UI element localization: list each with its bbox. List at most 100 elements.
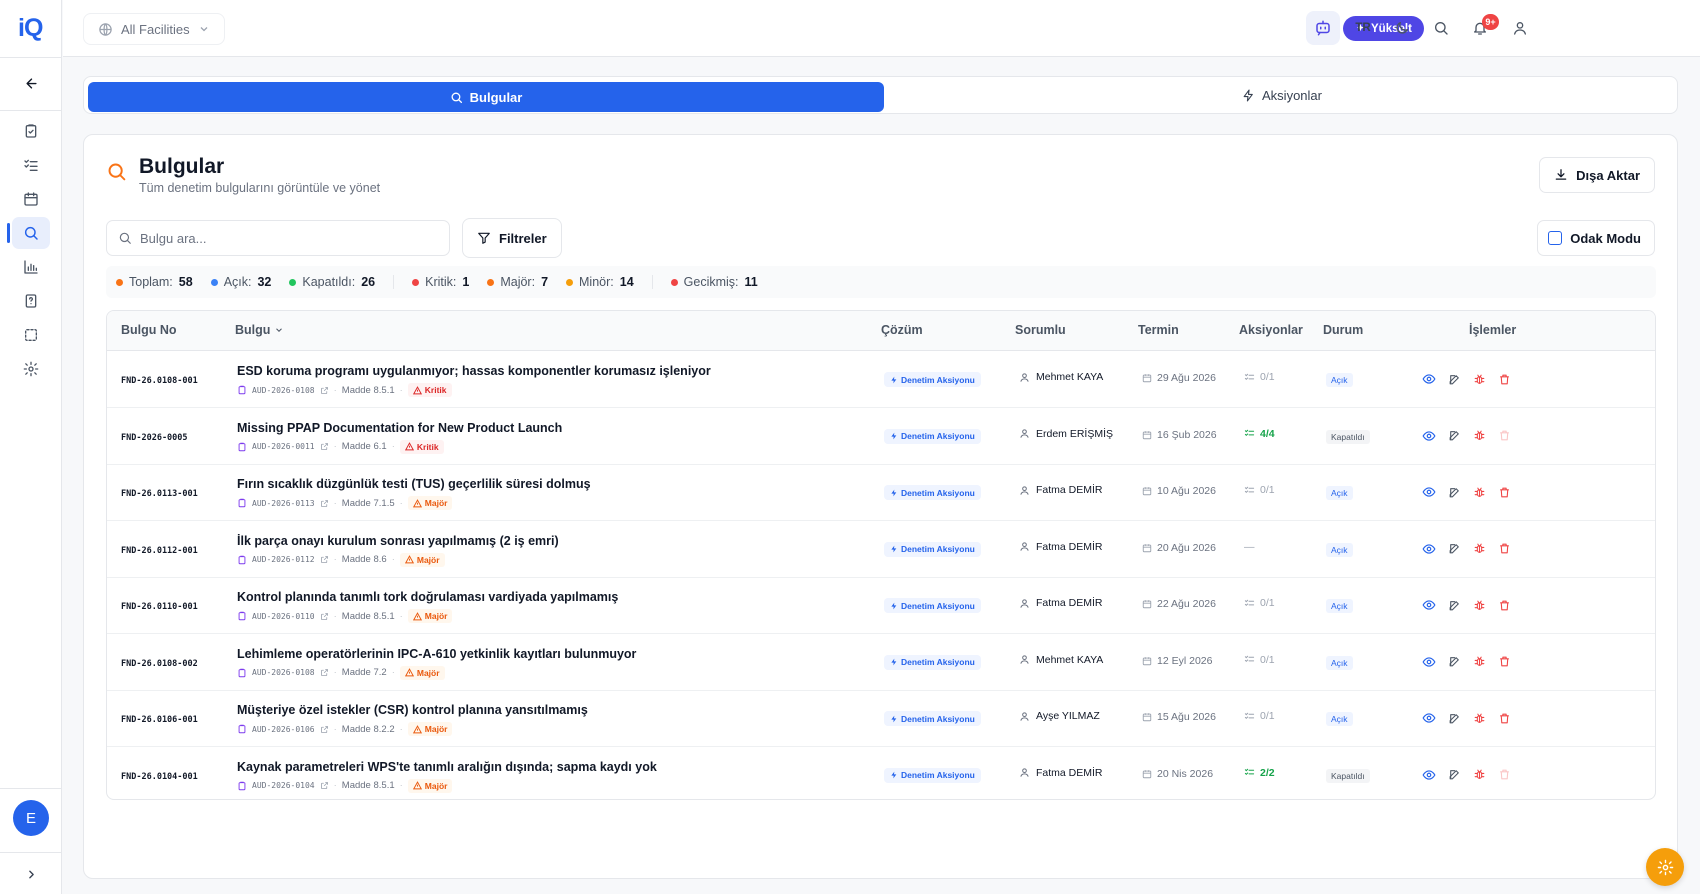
root-cause-button[interactable] (1471, 428, 1487, 444)
finding-number[interactable]: FND-26.0106-001 (121, 715, 198, 725)
audit-link[interactable]: AUD-2026-0108 (252, 668, 315, 677)
table-row[interactable]: FND-26.0113-001 Fırın sıcaklık düzgünlük … (107, 464, 1655, 521)
actions-progress[interactable]: 2/2 (1244, 767, 1275, 779)
export-button[interactable]: Dışa Aktar (1539, 157, 1655, 193)
edit-button[interactable] (1446, 541, 1462, 557)
solution-badge[interactable]: Denetim Aksiyonu (884, 428, 981, 444)
language-button[interactable]: TR (1346, 11, 1380, 45)
expand-sidebar-button[interactable] (17, 860, 45, 888)
ai-assistant-button[interactable] (1306, 11, 1340, 45)
external-link-icon[interactable] (320, 612, 329, 621)
finding-title[interactable]: İlk parça onayı kurulum sonrası yapılmam… (237, 534, 559, 548)
delete-button[interactable] (1496, 710, 1512, 726)
floating-settings-button[interactable] (1646, 848, 1684, 886)
edit-button[interactable] (1446, 654, 1462, 670)
delete-button[interactable] (1496, 371, 1512, 387)
root-cause-button[interactable] (1471, 484, 1487, 500)
user-avatar[interactable]: E (13, 800, 49, 836)
view-button[interactable] (1421, 710, 1437, 726)
finding-number[interactable]: FND-2026-0005 (121, 433, 188, 443)
app-logo[interactable]: iQ (18, 14, 43, 42)
root-cause-button[interactable] (1471, 541, 1487, 557)
actions-progress[interactable]: 0/1 (1244, 654, 1275, 666)
solution-badge[interactable]: Denetim Aksiyonu (884, 711, 981, 726)
column-header-solution[interactable]: Çözüm (881, 323, 923, 337)
column-header-status[interactable]: Durum (1323, 323, 1363, 337)
tab-findings[interactable]: Bulgular (88, 82, 884, 112)
solution-badge[interactable]: Denetim Aksiyonu (884, 541, 981, 557)
delete-button[interactable] (1496, 597, 1512, 613)
column-header-due[interactable]: Termin (1138, 323, 1179, 337)
global-search-button[interactable] (1424, 11, 1458, 45)
table-row[interactable]: FND-2026-0005 Missing PPAP Documentation … (107, 408, 1655, 465)
edit-button[interactable] (1446, 710, 1462, 726)
finding-title[interactable]: Kontrol planında tanımlı tork doğrulamas… (237, 590, 618, 604)
sidebar-item-findings[interactable] (7, 217, 50, 249)
finding-number[interactable]: FND-26.0108-001 (121, 376, 198, 386)
actions-progress[interactable]: 0/1 (1244, 710, 1275, 722)
table-row[interactable]: FND-26.0110-001 Kontrol planında tanımlı … (107, 577, 1655, 634)
view-button[interactable] (1421, 371, 1437, 387)
audit-link[interactable]: AUD-2026-0112 (252, 555, 315, 564)
column-header-actions[interactable]: Aksiyonlar (1239, 323, 1303, 337)
root-cause-button[interactable] (1471, 654, 1487, 670)
solution-badge[interactable]: Denetim Aksiyonu (884, 372, 981, 387)
edit-button[interactable] (1446, 767, 1462, 783)
sidebar-item-checklists[interactable] (12, 149, 50, 181)
external-link-icon[interactable] (320, 725, 329, 734)
view-button[interactable] (1421, 428, 1437, 444)
finding-number[interactable]: FND-26.0104-001 (121, 772, 198, 782)
root-cause-button[interactable] (1471, 710, 1487, 726)
view-button[interactable] (1421, 541, 1437, 557)
view-button[interactable] (1421, 484, 1437, 500)
column-header-responsible[interactable]: Sorumlu (1015, 323, 1066, 337)
user-menu-button[interactable] (1503, 11, 1537, 45)
view-button[interactable] (1421, 767, 1437, 783)
actions-progress[interactable]: 0/1 (1244, 484, 1275, 496)
filters-button[interactable]: Filtreler (462, 218, 562, 258)
solution-badge[interactable]: Denetim Aksiyonu (884, 767, 981, 783)
table-row[interactable]: FND-26.0108-001 ESD koruma programı uygul… (107, 351, 1655, 408)
edit-button[interactable] (1446, 428, 1462, 444)
edit-button[interactable] (1446, 484, 1462, 500)
actions-progress[interactable]: 0/1 (1244, 597, 1275, 609)
edit-button[interactable] (1446, 597, 1462, 613)
external-link-icon[interactable] (320, 386, 329, 395)
search-input[interactable] (140, 230, 430, 246)
solution-badge[interactable]: Denetim Aksiyonu (884, 654, 981, 670)
sidebar-item-reports[interactable] (12, 251, 50, 283)
audit-link[interactable]: AUD-2026-0104 (252, 781, 315, 790)
finding-title[interactable]: Fırın sıcaklık düzgünlük testi (TUS) geç… (237, 477, 591, 491)
table-row[interactable]: FND-26.0106-001 Müşteriye özel istekler (… (107, 690, 1655, 747)
column-header-finding[interactable]: Bulgu (235, 323, 284, 337)
view-button[interactable] (1421, 597, 1437, 613)
edit-button[interactable] (1446, 371, 1462, 387)
finding-title[interactable]: Missing PPAP Documentation for New Produ… (237, 421, 562, 435)
finding-number[interactable]: FND-26.0112-001 (121, 546, 198, 556)
sidebar-item-calendar[interactable] (12, 183, 50, 215)
finding-title[interactable]: Lehimleme operatörlerinin IPC-A-610 yetk… (237, 647, 636, 661)
external-link-icon[interactable] (320, 442, 329, 451)
delete-button[interactable] (1496, 541, 1512, 557)
back-button[interactable] (16, 68, 46, 98)
audit-link[interactable]: AUD-2026-0110 (252, 612, 315, 621)
actions-progress[interactable]: 4/4 (1244, 428, 1275, 440)
audit-link[interactable]: AUD-2026-0011 (252, 442, 315, 451)
column-header-no[interactable]: Bulgu No (121, 323, 177, 337)
external-link-icon[interactable] (320, 781, 329, 790)
finding-title[interactable]: ESD koruma programı uygulanmıyor; hassas… (237, 364, 711, 378)
solution-badge[interactable]: Denetim Aksiyonu (884, 485, 981, 500)
view-button[interactable] (1421, 654, 1437, 670)
finding-number[interactable]: FND-26.0108-002 (121, 659, 198, 669)
sidebar-item-questions[interactable] (12, 285, 50, 317)
root-cause-button[interactable] (1471, 767, 1487, 783)
finding-title[interactable]: Müşteriye özel istekler (CSR) kontrol pl… (237, 703, 588, 717)
facility-selector[interactable]: All Facilities (83, 13, 225, 45)
focus-mode-toggle[interactable]: Odak Modu (1537, 220, 1655, 256)
sidebar-item-audits[interactable] (12, 115, 50, 147)
table-row[interactable]: FND-26.0104-001 Kaynak parametreleri WPS'… (107, 747, 1655, 800)
finding-title[interactable]: Kaynak parametreleri WPS'te tanımlı aral… (237, 760, 657, 774)
delete-button[interactable] (1496, 654, 1512, 670)
finding-number[interactable]: FND-26.0113-001 (121, 489, 198, 499)
root-cause-button[interactable] (1471, 597, 1487, 613)
